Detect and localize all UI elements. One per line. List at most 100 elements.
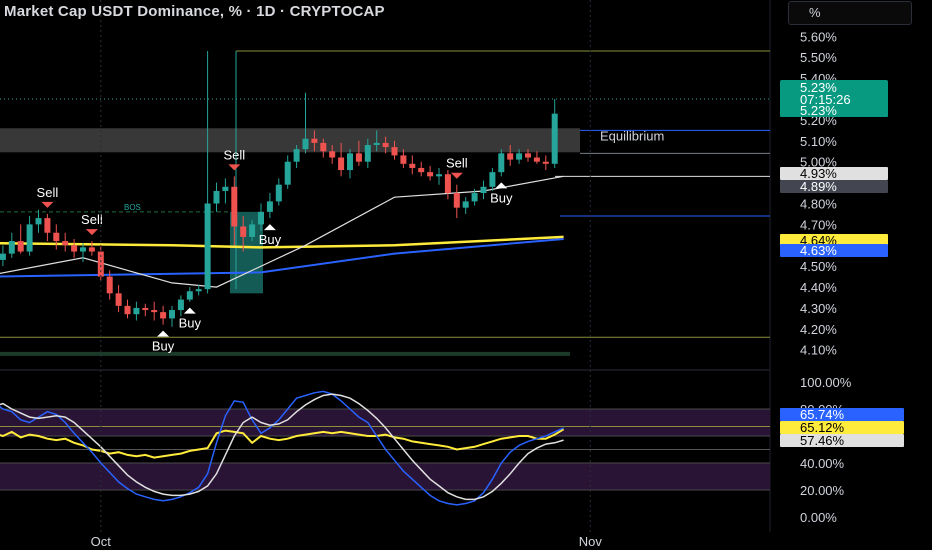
candle-body (106, 276, 113, 294)
price-tick-label: 4.80% (800, 196, 837, 211)
candle-body (533, 157, 540, 162)
buy-signal-marker (263, 224, 276, 231)
candle-body (400, 155, 407, 164)
candle-body (453, 193, 460, 208)
time-tick-label: Nov (579, 534, 603, 549)
candle-body (462, 201, 469, 208)
candle (44, 213, 51, 242)
candle-body (169, 310, 175, 319)
price-tick-label: 4.40% (800, 280, 837, 295)
candle (427, 165, 434, 181)
candle-body (222, 186, 229, 191)
candle-body (338, 157, 345, 171)
candle (186, 287, 193, 302)
candle-body (373, 142, 380, 145)
candle-body (436, 174, 442, 177)
candle (0, 245, 6, 267)
candle (133, 301, 140, 321)
candle (204, 50, 211, 294)
candle-body (364, 144, 371, 162)
price-tick-label: 4.10% (800, 343, 837, 358)
candle (142, 303, 149, 317)
candle-body (551, 113, 558, 164)
chart-canvas: Sell Sell Buy Buy Sell Buy Sell Buy Equilibrium B… (0, 0, 904, 549)
candle-body (151, 310, 158, 313)
buy-signal-marker (157, 330, 170, 337)
candle (418, 161, 425, 177)
candle-body (329, 151, 336, 158)
candle-body (471, 193, 478, 202)
price-axis: 5.60%5.50%5.40%5.30%5.20%5.10%5.00%4.90%… (780, 29, 904, 525)
chart-title: Market Cap USDT Dominance, % · 1D · CRYP… (4, 3, 385, 20)
candle (62, 232, 69, 252)
candle-body (195, 289, 202, 292)
price-panel: Sell Sell Buy Buy Sell Buy Sell Buy Equilibrium B… (0, 50, 770, 356)
candle-body (355, 153, 362, 162)
candle-body (516, 153, 523, 160)
oscillator-badge-label: 57.46% (800, 433, 845, 448)
candle (222, 178, 229, 204)
buy-signal-label: Buy (179, 316, 202, 331)
candle-body (160, 312, 167, 319)
candle-body (249, 224, 256, 237)
price-tick-label: 4.20% (800, 322, 837, 337)
candle (409, 155, 416, 175)
sell-signal-label: Sell (81, 212, 103, 227)
price-tick-label: 5.10% (800, 134, 837, 149)
candle-body (0, 253, 6, 260)
candle (444, 170, 451, 200)
oscillator-band (0, 409, 770, 436)
candle (266, 193, 273, 219)
candle-body (17, 241, 24, 252)
candle-body (133, 307, 140, 315)
candle (80, 243, 86, 262)
price-badge-label: 5.23% (800, 103, 837, 118)
buy-signal-label: Buy (490, 190, 513, 205)
candle (489, 167, 496, 191)
oscillator-panel (0, 390, 770, 506)
oscillator-band (0, 463, 770, 490)
oscillator-tick-label: 20.00% (800, 483, 845, 498)
sell-signal-label: Sell (37, 185, 59, 200)
unit-toggle-button[interactable]: % (788, 1, 912, 25)
candle (8, 232, 15, 258)
candle-body (8, 241, 15, 254)
oscillator-tick-label: 40.00% (800, 456, 845, 471)
candle-body (427, 172, 434, 177)
candle (453, 184, 460, 219)
candle-body (240, 226, 247, 237)
candle-body (311, 138, 318, 143)
candle-body (44, 218, 51, 233)
price-tick-label: 5.60% (800, 29, 837, 44)
candle-body (347, 153, 353, 171)
candle (498, 149, 505, 177)
candle-body (284, 161, 291, 185)
candle (542, 155, 549, 171)
sell-signal-label: Sell (446, 156, 468, 171)
price-tick-label: 4.30% (800, 301, 837, 316)
candle-body (124, 305, 131, 315)
sell-signal-marker (450, 172, 463, 179)
candle (195, 284, 202, 296)
buy-signal-marker (183, 307, 196, 314)
candle (151, 301, 158, 321)
candle-body (186, 291, 193, 300)
price-badge-label: 4.63% (800, 243, 837, 258)
candle-body (525, 153, 531, 158)
candle-body (391, 147, 398, 156)
candle (213, 182, 220, 212)
price-tick-label: 5.50% (800, 50, 837, 65)
candle-body (542, 161, 549, 164)
price-tick-label: 4.50% (800, 259, 837, 274)
candle-body (302, 138, 309, 150)
candle-body (489, 172, 496, 187)
buy-signal-label: Buy (152, 339, 175, 354)
candle-body (507, 153, 514, 160)
candle (302, 92, 309, 154)
sell-signal-label: Sell (223, 147, 245, 162)
sell-signal-marker (41, 201, 54, 208)
candle-body (142, 307, 149, 311)
sell-signal-marker (85, 229, 98, 236)
candle-body (71, 245, 78, 252)
candle-body (213, 190, 220, 204)
